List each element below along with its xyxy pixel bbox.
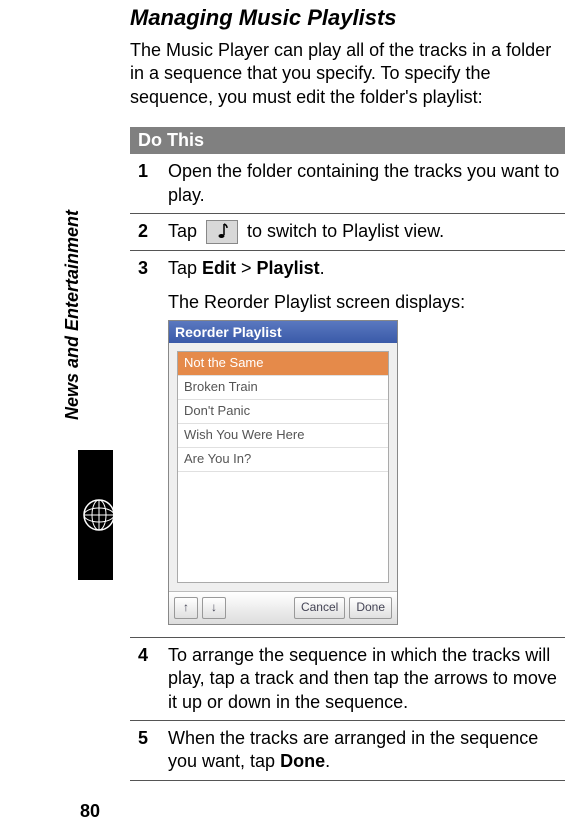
step-1: 1 Open the folder containing the tracks … [130,154,565,214]
list-item[interactable]: Not the Same [178,352,388,376]
step-3: 3 Tap Edit > Playlist. The Reorder Playl… [130,251,565,638]
step-1-text: Open the folder containing the tracks yo… [168,160,565,207]
step-5-a: When the tracks are arranged in the sequ… [168,728,538,771]
step-3-a: Tap [168,258,202,278]
section-label: News and Entertainment [62,210,83,420]
reorder-playlist-title: Reorder Playlist [169,321,397,343]
step-2-post: to switch to Playlist view. [247,221,444,241]
intro-text: The Music Player can play all of the tra… [130,39,565,109]
move-down-button[interactable]: ↓ [202,597,226,619]
step-5-number: 5 [130,727,168,774]
reorder-playlist-screenshot: Reorder Playlist Not the Same Broken Tra… [168,320,398,625]
step-3-edit: Edit [202,258,236,278]
step-4-text: To arrange the sequence in which the tra… [168,644,565,714]
step-3-caption: The Reorder Playlist screen displays: [168,291,565,314]
globe-icon [82,498,116,532]
page-number: 80 [80,801,100,822]
step-5-c: . [325,751,330,771]
step-3-number: 3 [130,257,168,631]
move-up-button[interactable]: ↑ [174,597,198,619]
step-3-c: > [236,258,257,278]
playlist-listbox[interactable]: Not the Same Broken Train Don't Panic Wi… [177,351,389,583]
step-2-text: Tap to switch to Playlist view. [168,220,565,244]
step-4: 4 To arrange the sequence in which the t… [130,638,565,721]
step-5-done: Done [280,751,325,771]
list-item[interactable]: Are You In? [178,448,388,472]
page-title: Managing Music Playlists [130,5,565,31]
list-item[interactable]: Don't Panic [178,400,388,424]
list-item[interactable]: Wish You Were Here [178,424,388,448]
list-item[interactable]: Broken Train [178,376,388,400]
step-5-text: When the tracks are arranged in the sequ… [168,727,565,774]
cancel-button[interactable]: Cancel [294,597,345,619]
step-3-text: Tap Edit > Playlist. The Reorder Playlis… [168,257,565,631]
step-2-pre: Tap [168,221,202,241]
do-this-header: Do This [130,127,565,154]
step-3-playlist: Playlist [257,258,320,278]
step-1-number: 1 [130,160,168,207]
done-button[interactable]: Done [349,597,392,619]
step-2-number: 2 [130,220,168,244]
step-4-number: 4 [130,644,168,714]
step-2: 2 Tap to switch to Playlist view. [130,214,565,251]
screenshot-toolbar: ↑ ↓ Cancel Done [169,591,397,624]
music-note-icon [206,220,238,244]
step-5: 5 When the tracks are arranged in the se… [130,721,565,781]
step-3-e: . [320,258,325,278]
